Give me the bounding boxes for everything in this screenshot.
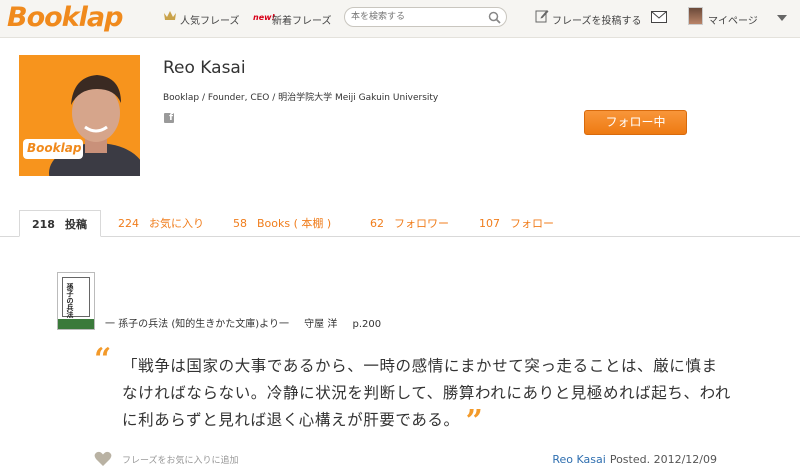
- tab-posts[interactable]: 218 投稿: [19, 210, 101, 237]
- book-title-link[interactable]: 一 孫子の兵法 (知的生きかた文庫)より一: [105, 319, 289, 330]
- tab-label: フォロワー: [394, 217, 449, 230]
- booklap-logo-badge: Booklap: [23, 139, 83, 159]
- booklap-logo[interactable]: Booklap: [7, 2, 123, 33]
- post-meta: Reo Kasai Posted. 2012/12/09: [552, 453, 717, 466]
- nav-popular-phrases[interactable]: 人気フレーズ: [180, 12, 240, 27]
- user-name: Reo Kasai: [163, 58, 246, 78]
- post-author-link[interactable]: Reo Kasai: [552, 453, 605, 466]
- phrase-text: 「戦争は国家の大事であるから、一時の感情にまかせて突っ走ることは、厳に慎まなけれ…: [122, 357, 732, 429]
- book-author: 守屋 洋: [304, 319, 338, 330]
- book-cover[interactable]: 孫子の兵法: [57, 272, 95, 330]
- following-button[interactable]: フォロー中: [584, 110, 687, 135]
- chevron-down-icon[interactable]: [777, 15, 787, 21]
- tab-followers[interactable]: 62 フォロワー: [370, 210, 449, 237]
- tab-label: フォロー: [510, 217, 554, 230]
- facebook-icon[interactable]: f: [164, 113, 174, 123]
- post-date: Posted. 2012/12/09: [609, 453, 717, 466]
- user-bio: Booklap / Founder, CEO / 明治学院大学 Meiji Ga…: [163, 93, 439, 103]
- heart-icon[interactable]: [94, 451, 112, 467]
- avatar[interactable]: [688, 7, 703, 25]
- book-cover-band: [58, 319, 94, 329]
- tab-label: Books ( 本棚 ): [257, 217, 332, 230]
- profile-photo: Booklap: [19, 55, 140, 176]
- phrase-quote: 「戦争は国家の大事であるから、一時の感情にまかせて突っ走ることは、厳に慎まなけれ…: [122, 353, 732, 439]
- book-page: p.200: [352, 319, 382, 330]
- search-icon[interactable]: [488, 11, 501, 24]
- tab-count: 62: [370, 217, 384, 230]
- tab-books[interactable]: 58 Books ( 本棚 ): [233, 210, 331, 237]
- book-cover-title: 孫子の兵法: [66, 283, 74, 318]
- tab-count: 58: [233, 217, 247, 230]
- tab-count: 218: [32, 218, 55, 231]
- tab-label: 投稿: [64, 218, 87, 231]
- nav-post-phrase[interactable]: フレーズを投稿する: [552, 12, 642, 27]
- close-quote-icon: ”: [465, 404, 484, 439]
- tab-count: 107: [479, 217, 500, 230]
- search-box: [344, 7, 507, 27]
- open-quote-icon: “: [94, 342, 112, 377]
- pencil-icon[interactable]: [535, 8, 549, 23]
- tab-count: 224: [118, 217, 139, 230]
- book-source: 一 孫子の兵法 (知的生きかた文庫)より一 守屋 洋 p.200: [105, 315, 393, 330]
- tab-following[interactable]: 107 フォロー: [479, 210, 554, 237]
- crown-icon: [164, 11, 176, 20]
- nav-mypage[interactable]: マイページ: [708, 12, 758, 27]
- top-header: Booklap 人気フレーズ new! 新着フレーズ フレーズを投稿する マイペ…: [0, 0, 800, 38]
- tab-label: お気に入り: [149, 217, 204, 230]
- tab-favorites[interactable]: 224 お気に入り: [118, 210, 204, 237]
- add-favorite-link[interactable]: フレーズをお気に入りに追加: [122, 453, 239, 466]
- nav-new-phrases[interactable]: 新着フレーズ: [272, 12, 332, 27]
- search-input[interactable]: [351, 10, 481, 24]
- mail-icon[interactable]: [651, 11, 667, 23]
